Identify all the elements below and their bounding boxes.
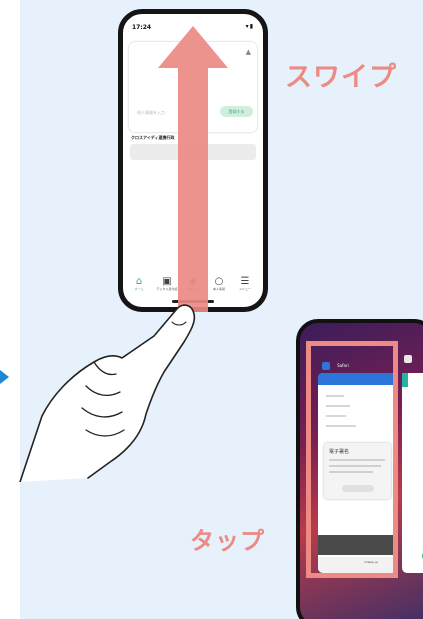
home-icon: ⌂ xyxy=(135,276,143,287)
swipe-up-arrow-icon xyxy=(158,26,228,312)
swipe-label: スワイプ xyxy=(285,62,397,93)
battery-icon: ▮ xyxy=(249,23,254,30)
status-icons: ▾▮ xyxy=(246,23,254,30)
tab-home[interactable]: ⌂ ホーム xyxy=(127,276,151,291)
tab-label: メニュー xyxy=(238,287,251,291)
lock-icon: ▲ xyxy=(245,48,251,56)
menu-icon: ☰ xyxy=(240,276,250,287)
tab-menu[interactable]: ☰ メニュー xyxy=(233,276,257,291)
app-card-accent xyxy=(402,373,408,387)
status-time: 17:24 xyxy=(132,24,152,31)
tap-highlight-frame xyxy=(306,341,398,578)
app-icon xyxy=(404,355,412,363)
pointing-hand-icon xyxy=(19,304,196,482)
second-app-card[interactable] xyxy=(402,373,423,573)
right-arrow-icon xyxy=(0,370,9,384)
instruction-illustration: 17:24 ▾▮ ▲ 個人情報を入力 登録する クロスアイディ連携行政 ⌂ ホー… xyxy=(0,0,423,619)
tap-label: タップ xyxy=(190,527,265,555)
tab-label: ホーム xyxy=(134,287,144,291)
